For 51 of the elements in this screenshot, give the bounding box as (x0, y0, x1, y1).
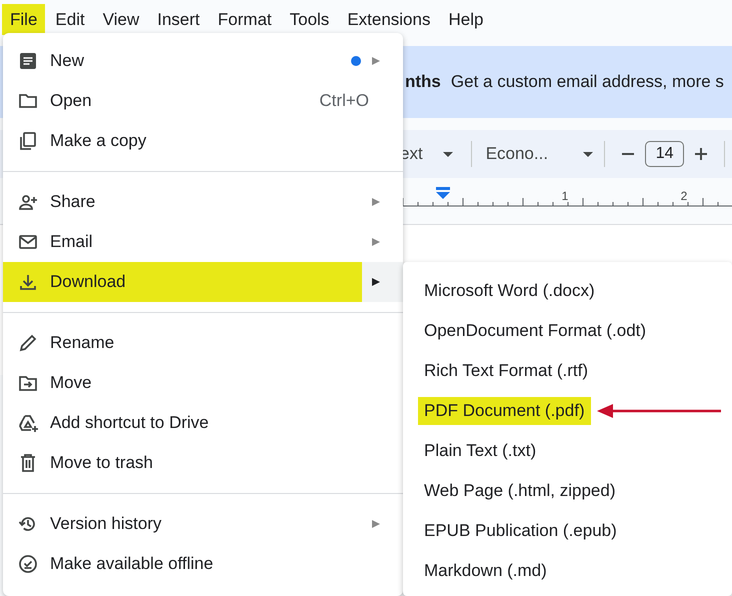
indent-marker-icon[interactable] (436, 187, 450, 199)
menu-item[interactable]: Tools (282, 4, 338, 34)
menu-item[interactable]: Email (3, 222, 403, 262)
triangle-plus-icon (18, 413, 38, 433)
menu-item[interactable]: Move (3, 363, 403, 403)
folder-icon (18, 91, 38, 111)
menu-item[interactable]: Version history (3, 504, 403, 544)
menu-item[interactable]: Help (440, 4, 492, 34)
menu-item[interactable]: OpenDocument Format (.odt) (418, 317, 652, 345)
document-icon (18, 51, 38, 71)
menu-item[interactable]: Rename (3, 323, 403, 363)
menu-item[interactable]: File (2, 4, 46, 34)
menu-item[interactable]: PDF Document (.pdf) (418, 397, 591, 425)
menu-item[interactable]: Markdown (.md) (418, 557, 553, 585)
check-circle-icon (18, 554, 38, 574)
banner-text: Get a custom email address, more s (450, 72, 724, 92)
menu-item[interactable]: View (94, 4, 148, 34)
plus-icon (694, 147, 708, 161)
copy-icon (18, 131, 38, 151)
menu-item[interactable]: Rich Text Format (.rtf) (418, 357, 594, 385)
menu-item[interactable]: Extensions (339, 4, 438, 34)
menu-item[interactable]: Move to trash (3, 443, 403, 483)
envelope-icon (18, 232, 38, 252)
banner-title: nths (405, 72, 441, 92)
shortcut-text: Ctrl+O (319, 91, 369, 111)
menu-item[interactable]: Insert (149, 4, 208, 34)
caret-icon (583, 152, 594, 156)
pencil-icon (18, 333, 38, 353)
menu-item[interactable]: Open Ctrl+O (3, 81, 403, 121)
menu-item[interactable]: EPUB Publication (.epub) (418, 517, 623, 545)
font-dropdown[interactable]: Econo... (478, 144, 598, 164)
history-icon (18, 514, 38, 534)
folder-arrow-icon (18, 373, 38, 393)
menu-item[interactable]: Add shortcut to Drive (3, 403, 403, 443)
menu-item[interactable]: Web Page (.html, zipped) (418, 477, 622, 505)
menu-item[interactable]: Edit (47, 4, 93, 34)
menu-item[interactable]: Plain Text (.txt) (418, 437, 542, 465)
download-icon (18, 272, 38, 292)
ruler-number: 2 (680, 189, 688, 203)
menu-item[interactable]: New (3, 41, 403, 81)
menu-item[interactable]: Make available offline (3, 544, 403, 584)
menu-item[interactable]: Share (3, 182, 403, 222)
ruler-number: 1 (562, 189, 568, 203)
caret-icon (442, 152, 453, 156)
menu-item[interactable]: Microsoft Word (.docx) (418, 277, 601, 305)
menu-item[interactable]: Format (210, 4, 280, 34)
add-person-icon (18, 192, 38, 212)
menu-item[interactable]: Download (3, 262, 403, 302)
trash-icon (18, 453, 38, 473)
font-size-field[interactable]: 14 (644, 141, 684, 167)
menu-item[interactable]: Make a copy (3, 121, 403, 161)
